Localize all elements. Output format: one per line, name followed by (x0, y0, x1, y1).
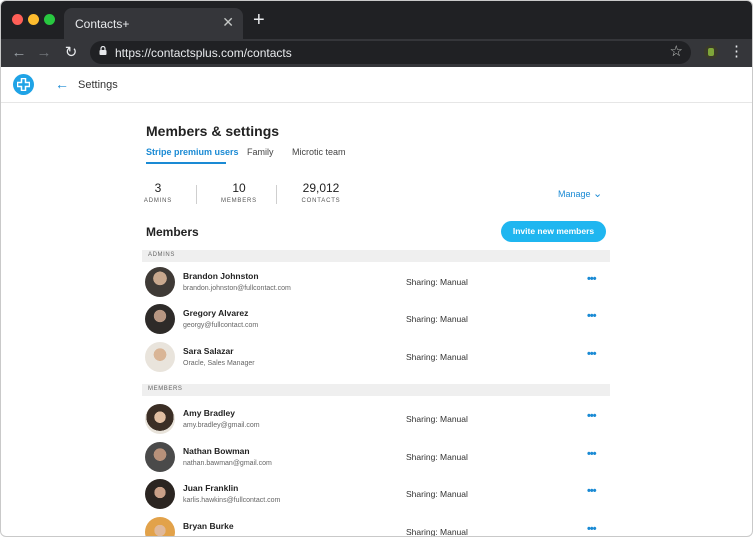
member-row[interactable]: Amy Bradley amy.bradley@gmail.com Sharin… (142, 401, 610, 438)
app-header: ← Settings (1, 67, 752, 103)
tab-stripe-premium-users[interactable]: Stripe premium users (146, 147, 239, 157)
forward-arrow-icon[interactable]: → (34, 43, 54, 63)
section-label: ADMINS (148, 252, 175, 258)
more-options-icon[interactable]: ••• (587, 348, 597, 360)
back-icon[interactable]: ← (55, 76, 69, 92)
manage-dropdown[interactable]: Manage (558, 189, 591, 199)
header-title: Settings (78, 79, 118, 91)
tab-microtic-team[interactable]: Microtic team (292, 147, 346, 157)
tab-close-icon[interactable]: ✕ (222, 14, 234, 30)
member-name: Sara Salazar (183, 346, 234, 356)
tab-family[interactable]: Family (247, 147, 274, 157)
member-row[interactable]: Juan Franklin karlis.hawkins@fullcontact… (142, 476, 610, 513)
member-sharing: Sharing: Manual (406, 489, 468, 499)
member-sharing: Sharing: Manual (406, 277, 468, 287)
more-options-icon[interactable]: ••• (587, 410, 597, 422)
stat-admins: 3 ADMINS (141, 181, 175, 204)
member-email: brandon.johnston@fullcontact.com (183, 285, 291, 292)
member-row[interactable]: Bryan Burke Sharing: Manual ••• (142, 514, 610, 537)
more-options-icon[interactable]: ••• (587, 523, 597, 535)
more-options-icon[interactable]: ••• (587, 485, 597, 497)
member-row[interactable]: Sara Salazar Oracle, Sales Manager Shari… (142, 339, 610, 376)
member-email: amy.bradley@gmail.com (183, 422, 260, 429)
stat-label: ADMINS (143, 198, 173, 204)
browser-tab[interactable]: Contacts+ ✕ (64, 8, 243, 39)
browser-menu-icon[interactable]: ⋮ (729, 43, 744, 61)
reload-icon[interactable]: ↻ (61, 43, 81, 63)
bookmark-star-icon[interactable]: ☆ (670, 43, 683, 61)
stat-value: 3 (154, 181, 162, 195)
browser-window: Contacts+ ✕ + ← → ↻ https://contactsplus… (0, 0, 753, 537)
new-tab-icon[interactable]: + (253, 10, 265, 30)
lock-icon (99, 46, 107, 55)
section-label: MEMBERS (148, 386, 183, 392)
more-options-icon[interactable]: ••• (587, 310, 597, 322)
browser-tab-bar: Contacts+ ✕ + (1, 1, 752, 39)
member-email: nathan.bawman@gmail.com (183, 460, 272, 467)
stat-value: 10 (232, 181, 246, 195)
avatar (145, 404, 175, 434)
stat-divider (196, 185, 197, 204)
member-sharing: Sharing: Manual (406, 452, 468, 462)
address-bar[interactable]: https://contactsplus.com/contacts ☆ (90, 41, 691, 64)
member-name: Nathan Bowman (183, 446, 250, 456)
stat-label: MEMBERS (221, 198, 257, 204)
section-header-members: MEMBERS (142, 384, 610, 396)
member-email: Oracle, Sales Manager (183, 360, 255, 367)
members-heading: Members (146, 225, 199, 239)
avatar (145, 304, 175, 334)
stat-contacts: 29,012 CONTACTS (299, 181, 343, 204)
stat-value: 29,012 (302, 181, 340, 195)
member-name: Bryan Burke (183, 521, 234, 531)
minimize-window-button[interactable] (28, 14, 39, 25)
maximize-window-button[interactable] (44, 14, 55, 25)
plus-logo-icon (17, 78, 30, 91)
page-title: Members & settings (146, 123, 280, 139)
member-row[interactable]: Gregory Alvarez georgy@fullcontact.com S… (142, 301, 610, 338)
member-name: Gregory Alvarez (183, 308, 249, 318)
avatar (145, 517, 175, 536)
extension-icon[interactable] (704, 45, 718, 59)
avatar (145, 479, 175, 509)
member-name: Amy Bradley (183, 408, 235, 418)
browser-toolbar: ← → ↻ https://contactsplus.com/contacts … (1, 39, 752, 67)
more-options-icon[interactable]: ••• (587, 448, 597, 460)
member-sharing: Sharing: Manual (406, 352, 468, 362)
avatar (145, 342, 175, 372)
stat-members: 10 MEMBERS (219, 181, 259, 204)
member-email: karlis.hawkins@fullcontact.com (183, 497, 281, 504)
member-sharing: Sharing: Manual (406, 314, 468, 324)
member-name: Brandon Johnston (183, 271, 259, 281)
active-tab-indicator (146, 162, 226, 164)
browser-tab-title: Contacts+ (75, 17, 130, 31)
close-window-button[interactable] (12, 14, 23, 25)
member-name: Juan Franklin (183, 483, 239, 493)
avatar (145, 267, 175, 297)
section-header-admins: ADMINS (142, 250, 610, 262)
avatar (145, 442, 175, 472)
chevron-down-icon[interactable]: ⌄ (593, 187, 602, 200)
stat-divider (276, 185, 277, 204)
more-options-icon[interactable]: ••• (587, 273, 597, 285)
url-text: https://contactsplus.com/contacts (115, 46, 292, 60)
stat-label: CONTACTS (301, 198, 341, 204)
member-row[interactable]: Brandon Johnston brandon.johnston@fullco… (142, 264, 610, 301)
invite-new-members-button[interactable]: Invite new members (501, 221, 606, 242)
member-sharing: Sharing: Manual (406, 527, 468, 537)
member-sharing: Sharing: Manual (406, 414, 468, 424)
app-logo[interactable] (13, 74, 34, 95)
member-row[interactable]: Nathan Bowman nathan.bawman@gmail.com Sh… (142, 439, 610, 476)
member-email: georgy@fullcontact.com (183, 322, 259, 329)
back-arrow-icon[interactable]: ← (9, 43, 29, 63)
